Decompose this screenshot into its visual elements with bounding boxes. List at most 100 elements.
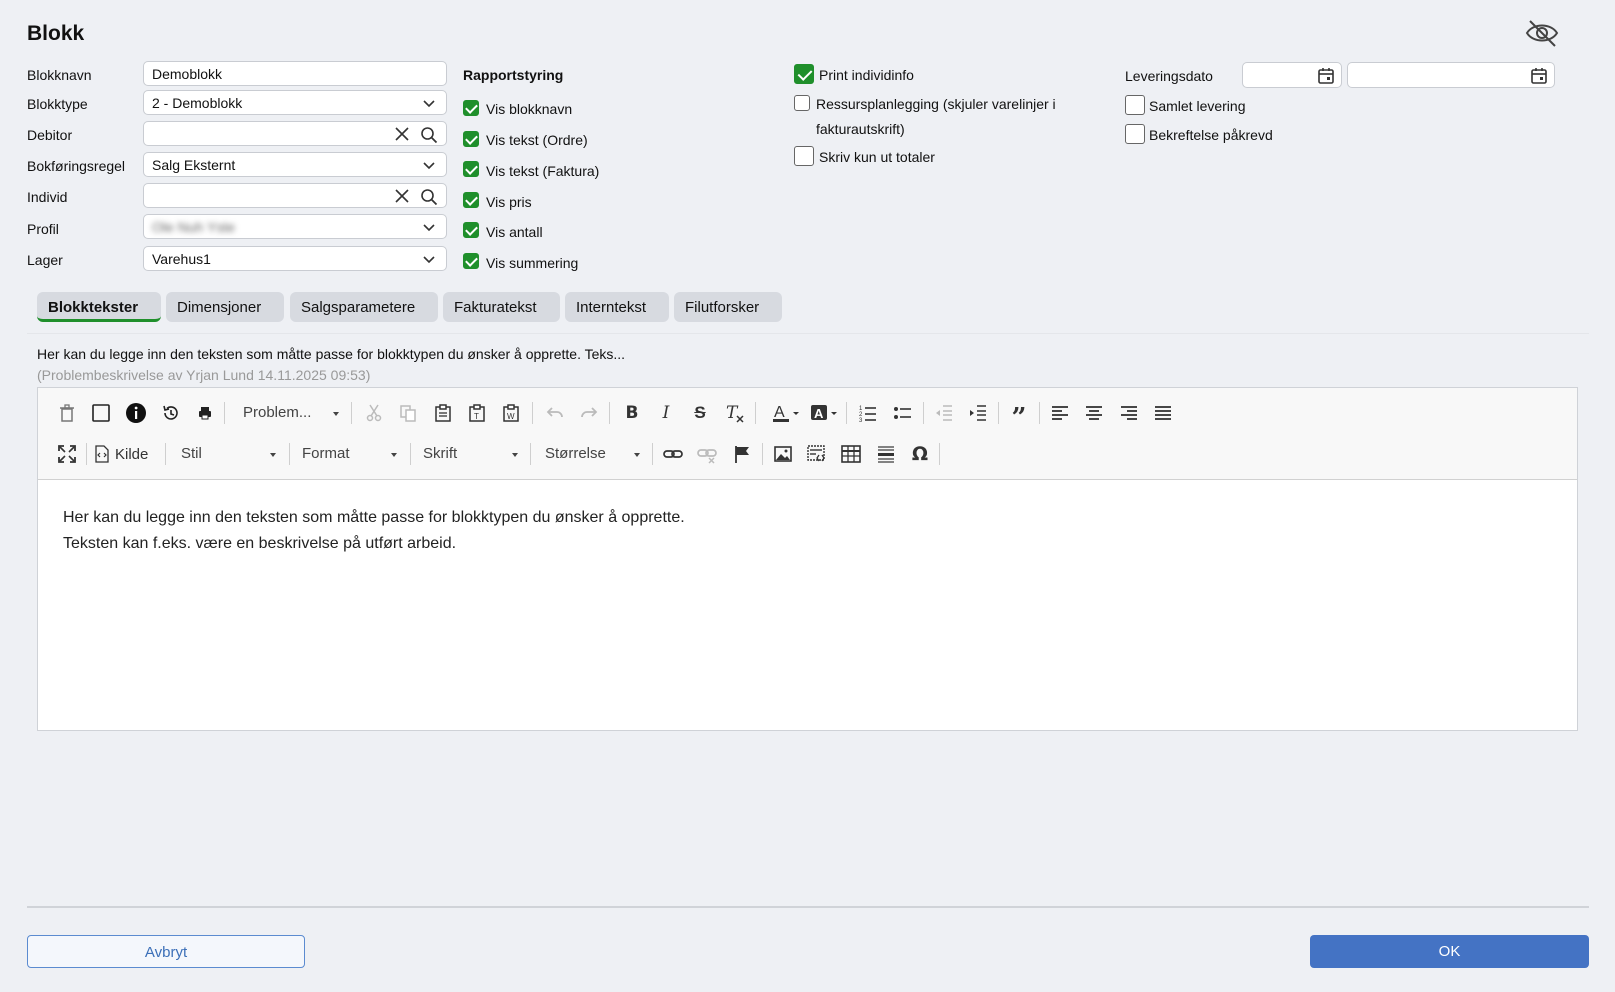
bold-icon[interactable]: B xyxy=(618,399,646,427)
unlink-icon[interactable] xyxy=(693,440,721,468)
print-individinfo-checkbox[interactable] xyxy=(794,64,814,84)
size-dropdown[interactable]: Størrelse xyxy=(545,440,640,468)
tab-fakturatekst[interactable]: Fakturatekst xyxy=(443,292,560,322)
redo-icon[interactable] xyxy=(575,399,603,427)
align-left-icon[interactable] xyxy=(1046,399,1074,427)
tab-interntekst[interactable]: Interntekst xyxy=(565,292,669,322)
info-icon[interactable] xyxy=(122,399,150,427)
size-dropdown-label: Størrelse xyxy=(545,445,606,462)
align-right-icon[interactable] xyxy=(1115,399,1143,427)
toolbar-separator xyxy=(86,443,87,465)
bokforingsregel-select[interactable]: Salg Eksternt xyxy=(143,152,447,177)
blokknavn-value: Demoblokk xyxy=(152,66,223,82)
clear-icon[interactable] xyxy=(394,188,410,204)
strikethrough-icon[interactable]: S xyxy=(686,399,714,427)
background-color-icon[interactable]: A xyxy=(809,399,841,427)
table-icon[interactable] xyxy=(837,440,865,468)
blokknavn-input[interactable]: Demoblokk xyxy=(143,61,447,86)
bullet-list-icon[interactable] xyxy=(889,399,917,427)
debitor-input[interactable] xyxy=(143,121,447,146)
justify-icon[interactable] xyxy=(1149,399,1177,427)
anchor-flag-icon[interactable] xyxy=(728,440,756,468)
vis-summering-checkbox[interactable] xyxy=(463,253,479,269)
ressursplanlegging-checkbox[interactable] xyxy=(794,95,810,111)
profil-select[interactable]: Ole Nuh Yste xyxy=(143,214,447,239)
description-preview: Her kan du legge inn den teksten som måt… xyxy=(37,346,626,362)
link-icon[interactable] xyxy=(659,440,687,468)
align-center-icon[interactable] xyxy=(1080,399,1108,427)
toolbar-separator xyxy=(289,443,290,465)
paste-icon[interactable] xyxy=(429,399,457,427)
style-dropdown[interactable]: Stil xyxy=(181,440,276,468)
vis-pris-checkbox[interactable] xyxy=(463,192,479,208)
tab-filutforsker[interactable]: Filutforsker xyxy=(674,292,782,322)
iframe-icon[interactable] xyxy=(803,440,831,468)
clear-icon[interactable] xyxy=(394,126,410,142)
image-icon[interactable] xyxy=(769,440,797,468)
font-dropdown[interactable]: Skrift xyxy=(423,440,518,468)
vis-tekst-ordre-checkbox[interactable] xyxy=(463,131,479,147)
leveringsdato-to-input[interactable] xyxy=(1347,62,1555,88)
history-icon[interactable] xyxy=(157,399,185,427)
format-dropdown[interactable]: Format xyxy=(302,440,397,468)
caret-down-icon xyxy=(270,453,276,457)
source-button[interactable]: Kilde xyxy=(94,440,148,468)
outdent-icon[interactable] xyxy=(930,399,958,427)
paste-text-icon[interactable]: T xyxy=(463,399,491,427)
indent-icon[interactable] xyxy=(964,399,992,427)
vis-antall-checkbox[interactable] xyxy=(463,222,479,238)
paste-word-icon[interactable]: W xyxy=(497,399,525,427)
undo-icon[interactable] xyxy=(541,399,569,427)
caret-down-icon xyxy=(512,453,518,457)
calendar-icon[interactable] xyxy=(1530,67,1548,85)
lager-label: Lager xyxy=(27,252,63,268)
copy-icon[interactable] xyxy=(394,399,422,427)
toolbar-separator xyxy=(755,402,756,424)
vis-tekst-faktura-checkbox[interactable] xyxy=(463,161,479,177)
bekreftelse-checkbox[interactable] xyxy=(1125,124,1145,144)
blokktype-label: Blokktype xyxy=(27,96,88,112)
lager-select[interactable]: Varehus1 xyxy=(143,246,447,271)
rich-text-editor[interactable]: Problem... T W B I S T A A 123 ” Kilde S… xyxy=(37,387,1578,731)
cut-icon[interactable] xyxy=(360,399,388,427)
remove-format-icon[interactable]: T xyxy=(721,399,749,427)
tab-salgsparametere[interactable]: Salgsparametere xyxy=(290,292,438,322)
calendar-icon[interactable] xyxy=(1317,67,1335,85)
rapportstyring-heading: Rapportstyring xyxy=(463,67,564,83)
skriv-totaler-checkbox[interactable] xyxy=(794,146,814,166)
maximize-icon[interactable] xyxy=(53,440,81,468)
print-individinfo-label: Print individinfo xyxy=(819,67,914,83)
svg-text:T: T xyxy=(474,412,479,421)
blockquote-icon[interactable]: ” xyxy=(1005,399,1033,433)
template-dropdown[interactable]: Problem... xyxy=(243,399,339,427)
chevron-down-icon xyxy=(423,256,435,264)
delete-icon[interactable] xyxy=(53,399,81,427)
tab-blokktekster[interactable]: Blokktekster xyxy=(37,292,161,322)
samlet-levering-checkbox[interactable] xyxy=(1125,95,1145,115)
special-char-icon[interactable]: Ω xyxy=(906,440,934,468)
eye-off-icon[interactable] xyxy=(1524,18,1560,48)
individ-input[interactable] xyxy=(143,183,447,208)
search-icon[interactable] xyxy=(420,126,438,144)
toolbar-separator xyxy=(762,443,763,465)
toolbar-separator xyxy=(923,402,924,424)
text-color-icon[interactable]: A xyxy=(771,399,803,427)
horizontal-rule-icon[interactable] xyxy=(872,440,900,468)
caret-down-icon xyxy=(634,453,640,457)
toolbar-separator xyxy=(224,402,225,424)
vis-blokknavn-checkbox[interactable] xyxy=(463,100,479,116)
ok-button[interactable]: OK xyxy=(1310,935,1589,968)
print-icon[interactable] xyxy=(191,399,219,427)
italic-icon[interactable]: I xyxy=(652,399,680,427)
blokktype-select[interactable]: 2 - Demoblokk xyxy=(143,90,447,115)
search-icon[interactable] xyxy=(420,188,438,206)
profil-label: Profil xyxy=(27,221,59,237)
leveringsdato-from-input[interactable] xyxy=(1242,62,1342,88)
cancel-button[interactable]: Avbryt xyxy=(27,935,305,968)
editor-content[interactable]: Her kan du legge inn den teksten som måt… xyxy=(63,505,685,557)
tab-dimensjoner[interactable]: Dimensjoner xyxy=(166,292,284,322)
select-all-icon[interactable] xyxy=(87,399,115,427)
editor-line-2: Teksten kan f.eks. være en beskrivelse p… xyxy=(63,535,457,552)
numbered-list-icon[interactable]: 123 xyxy=(854,399,882,427)
caret-down-icon xyxy=(391,453,397,457)
